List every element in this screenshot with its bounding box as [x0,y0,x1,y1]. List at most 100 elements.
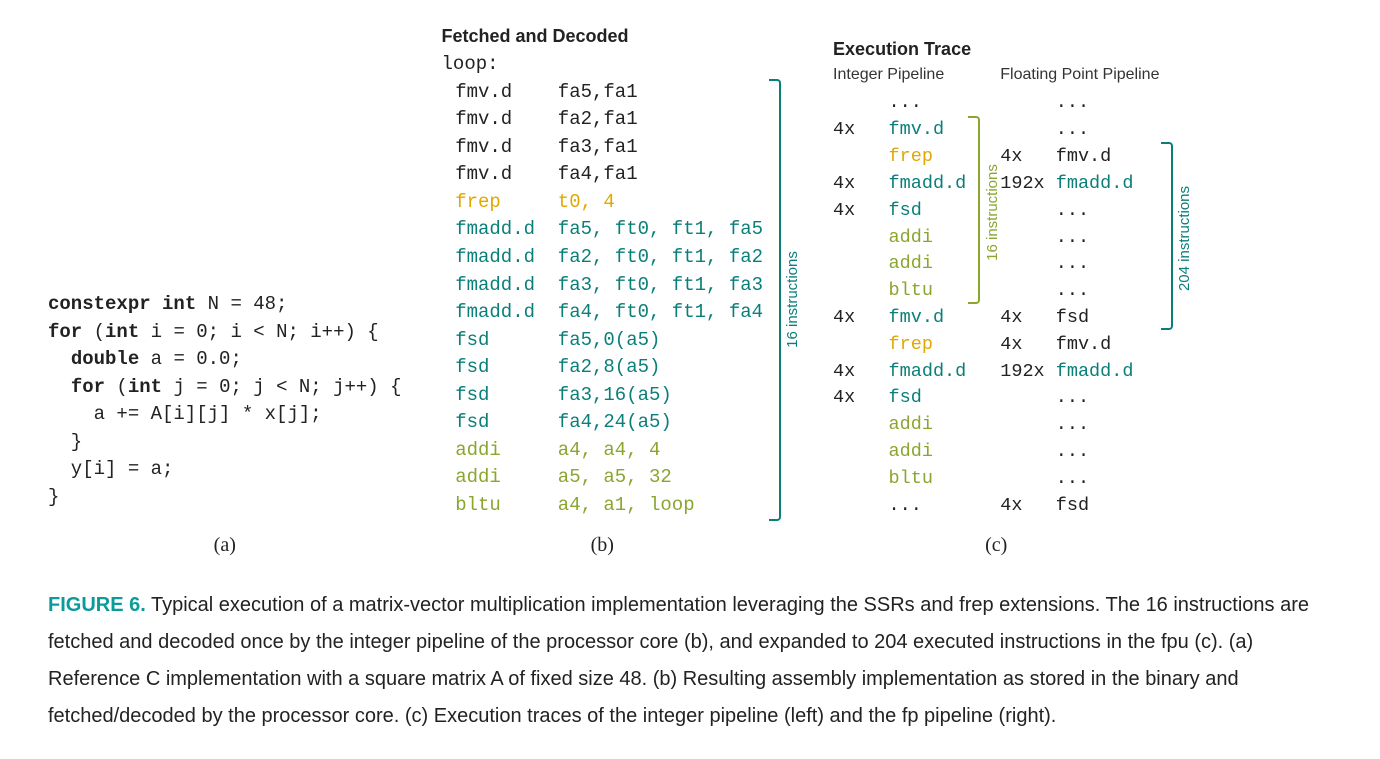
asm-line: fsd fa2,8(a5) [442,354,764,382]
trace-op: ... [1056,117,1089,144]
asm-args: fa2,8(a5) [546,354,660,382]
trace-count: 192x [1000,171,1056,198]
panel-c: Execution Trace Integer Pipeline ...4xfm… [833,37,1159,560]
int-pipeline-lines: ...4xfmv.d frep4xfmadd.d4xfsd addi addi … [833,90,966,519]
trace-count: 4x [833,117,889,144]
asm-args: fa2, ft0, ft1, fa2 [546,244,763,272]
asm-args: fa4,24(a5) [546,409,671,437]
fp-pipeline-col: Floating Point Pipeline ... ...4xfmv.d19… [1000,64,1159,519]
code-line: y[i] = a; [48,456,402,484]
trace-op: fmv.d [1056,332,1112,359]
int-bracket-icon [968,116,980,304]
asm-line: fmadd.d fa5, ft0, ft1, fa5 [442,216,764,244]
trace-count: 4x [1000,144,1056,171]
trace-op: fmv.d [889,117,945,144]
trace-line: 4xfmadd.d [833,359,966,386]
trace-line: ... [1000,90,1159,117]
trace-op: fmadd.d [1056,171,1134,198]
trace-line: ... [1000,412,1159,439]
asm-line: fsd fa4,24(a5) [442,409,764,437]
trace-op: ... [889,90,922,117]
asm-args: a4, a4, 4 [546,437,660,465]
asm-args: fa2,fa1 [546,106,637,134]
asm-line: fmadd.d fa4, ft0, ft1, fa4 [442,299,764,327]
trace-op: fsd [889,385,922,412]
trace-line: 4xfmv.d [833,117,966,144]
asm-args: fa4,fa1 [546,161,637,189]
asm-op: fmv.d [455,79,546,107]
int-bracket-label: 16 instructions [981,164,1002,261]
panel-a: constexpr int N = 48;for (int i = 0; i <… [48,291,402,559]
asm-op: fmadd.d [455,272,546,300]
trace-line: 192xfmadd.d [1000,359,1159,386]
asm-line: bltu a4, a1, loop [442,492,764,520]
code-line: } [48,429,402,457]
asm-op: fsd [455,409,546,437]
trace-count [1000,251,1056,278]
trace-count [1000,466,1056,493]
panel-a-label: (a) [214,531,236,559]
trace-op: ... [1056,466,1089,493]
trace-line: frep [833,332,966,359]
trace-line: 4xfsd [833,198,966,225]
asm-args: fa5,fa1 [546,79,637,107]
panel-b: Fetched and Decoded loop: fmv.d fa5,fa1f… [442,24,764,559]
trace-op: frep [889,332,933,359]
trace-count [1000,412,1056,439]
trace-count [833,144,889,171]
trace-count: 4x [833,198,889,225]
int-pipeline-subtitle: Integer Pipeline [833,64,966,86]
trace-op: fmv.d [1056,144,1112,171]
fp-pipeline-subtitle: Floating Point Pipeline [1000,64,1159,86]
code-line: for (int j = 0; j < N; j++) { [48,374,402,402]
trace-op: fmadd.d [889,171,967,198]
trace-line: ... [1000,466,1159,493]
trace-op: fmv.d [889,305,945,332]
trace-count: 4x [1000,332,1056,359]
asm-line: fsd fa5,0(a5) [442,327,764,355]
asm-op: fsd [455,354,546,382]
trace-op: fsd [1056,493,1089,520]
trace-line: addi [833,439,966,466]
asm-line: fmadd.d fa2, ft0, ft1, fa2 [442,244,764,272]
asm-line: addi a5, a5, 32 [442,464,764,492]
trace-op: addi [889,439,933,466]
trace-line: ... [833,493,966,520]
fp-pipeline-lines: ... ...4xfmv.d192xfmadd.d ... ... ... ..… [1000,90,1159,519]
fp-bracket-label: 204 instructions [1174,186,1195,291]
trace-op: addi [889,251,933,278]
asm-line: fmv.d fa2,fa1 [442,106,764,134]
trace-line: ... [1000,117,1159,144]
asm-args: a4, a1, loop [546,492,694,520]
trace-count [833,493,889,520]
asm-args: fa5, ft0, ft1, fa5 [546,216,763,244]
asm-op: fmadd.d [455,244,546,272]
trace-count: 4x [833,385,889,412]
figure-panels: constexpr int N = 48;for (int i = 0; i <… [48,24,1332,559]
asm-op: fmadd.d [455,299,546,327]
asm-op: fmv.d [455,134,546,162]
asm-line: fsd fa3,16(a5) [442,382,764,410]
trace-op: frep [889,144,933,171]
asm-args: fa3, ft0, ft1, fa3 [546,272,763,300]
trace-count [1000,198,1056,225]
trace-count [1000,278,1056,305]
asm-args: a5, a5, 32 [546,464,671,492]
trace-count: 4x [833,359,889,386]
trace-op: ... [1056,90,1089,117]
trace-op: bltu [889,466,933,493]
trace-count [833,278,889,305]
trace-line: bltu [833,466,966,493]
trace-op: ... [889,493,922,520]
trace-line: ... [1000,198,1159,225]
trace-count [1000,90,1056,117]
trace-op: ... [1056,198,1089,225]
fetched-decoded-header: Fetched and Decoded [442,24,764,49]
code-line: } [48,484,402,512]
asm-op: fsd [455,327,546,355]
code-line: for (int i = 0; i < N; i++) { [48,319,402,347]
trace-op: fsd [1056,305,1089,332]
trace-op: ... [1056,439,1089,466]
asm-lines: fmv.d fa5,fa1fmv.d fa2,fa1fmv.d fa3,fa1f… [442,79,764,520]
trace-count [833,466,889,493]
